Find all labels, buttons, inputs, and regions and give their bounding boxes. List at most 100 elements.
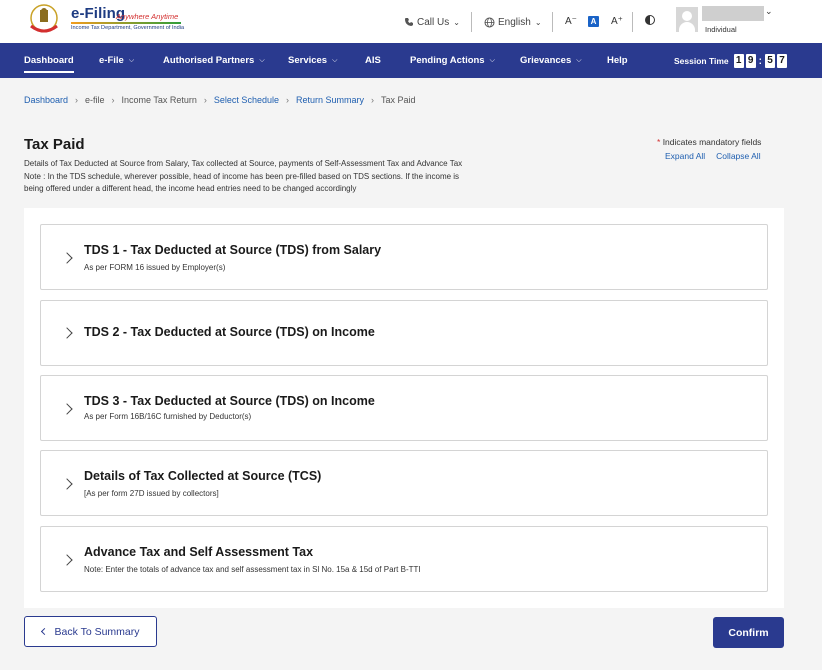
chevron-right-icon	[61, 554, 73, 566]
divider	[632, 12, 633, 32]
logo-subtitle: Income Tax Department, Government of Ind…	[71, 25, 185, 31]
accordion-tds2[interactable]: TDS 2 - Tax Deducted at Source (TDS) on …	[40, 300, 768, 366]
nav-grievances[interactable]: Grievances ⌵	[520, 43, 582, 78]
chevron-right-icon	[61, 327, 73, 339]
nav-dashboard[interactable]: Dashboard	[24, 43, 74, 78]
logo-tagline: Anywhere Anytime	[116, 12, 179, 21]
chevron-right-icon	[61, 478, 73, 490]
accordion-subtitle: As per FORM 16 issued by Employer(s)	[84, 263, 226, 272]
main-navigation: Dashboard e-File ⌵ Authorised Partners ⌵ S…	[0, 43, 822, 78]
chevron-down-icon: ⌵	[489, 56, 495, 64]
chevron-left-icon	[40, 627, 48, 636]
schedule-panel: TDS 1 - Tax Deducted at Source (TDS) fro…	[24, 208, 784, 608]
back-to-summary-button[interactable]: Back To Summary	[24, 616, 157, 647]
contrast-toggle-icon[interactable]	[645, 15, 655, 25]
nav-label: Dashboard	[24, 55, 74, 66]
chevron-right-icon: ›	[371, 95, 374, 105]
chevron-right-icon: ›	[203, 95, 207, 105]
call-us-dropdown[interactable]: Call Us ⌄	[404, 12, 460, 32]
session-timer: Session Time 1 9 : 5 7	[674, 54, 787, 68]
avatar[interactable]	[676, 7, 698, 32]
accordion-tds3[interactable]: TDS 3 - Tax Deducted at Source (TDS) on …	[40, 375, 768, 441]
session-colon: :	[758, 55, 762, 67]
accordion-subtitle: [As per form 27D issued by collectors]	[84, 489, 219, 498]
divider	[552, 12, 553, 32]
decrease-font-button[interactable]: A⁻	[565, 14, 577, 28]
collapse-all-link[interactable]: Collapse All	[716, 151, 760, 161]
nav-authorised-partners[interactable]: Authorised Partners ⌵	[163, 43, 265, 78]
confirm-button[interactable]: Confirm	[713, 617, 784, 648]
user-name-redacted	[702, 6, 764, 21]
chevron-down-icon: ⌵	[576, 56, 582, 64]
logo-underline	[71, 22, 181, 24]
breadcrumb-income-tax-return: Income Tax Return	[121, 95, 197, 105]
accordion-title: TDS 1 - Tax Deducted at Source (TDS) fro…	[84, 243, 382, 257]
globe-icon	[484, 17, 495, 27]
breadcrumb-tax-paid: Tax Paid	[381, 95, 416, 105]
page-title: Tax Paid	[24, 136, 85, 153]
chevron-down-icon: ⌵	[332, 56, 338, 64]
nav-help[interactable]: Help	[607, 43, 628, 78]
accordion-title: TDS 3 - Tax Deducted at Source (TDS) on …	[84, 394, 375, 408]
page-description: Details of Tax Deducted at Source from S…	[24, 158, 544, 196]
nav-label: Grievances	[520, 55, 572, 66]
mandatory-star: *	[657, 137, 661, 147]
breadcrumb-select-schedule[interactable]: Select Schedule	[214, 95, 279, 105]
accordion-advance-tax[interactable]: Advance Tax and Self Assessment Tax Note…	[40, 526, 768, 592]
accordion-title: Details of Tax Collected at Source (TCS)	[84, 469, 322, 483]
session-digit: 9	[745, 54, 756, 68]
chevron-down-icon: ⌄	[534, 17, 542, 27]
chevron-right-icon: ›	[111, 95, 115, 105]
accordion-subtitle: As per Form 16B/16C furnished by Deducto…	[84, 412, 252, 421]
session-digit: 5	[765, 54, 775, 68]
mandatory-text: Indicates mandatory fields	[662, 137, 762, 147]
nav-label: Services	[288, 55, 328, 66]
accordion-tds1[interactable]: TDS 1 - Tax Deducted at Source (TDS) fro…	[40, 224, 768, 290]
language-label: English	[498, 16, 531, 28]
description-line: Details of Tax Deducted at Source from S…	[24, 159, 463, 168]
user-role: Individual	[705, 25, 737, 34]
chevron-down-icon: ⌵	[128, 56, 135, 64]
national-emblem-icon	[30, 4, 58, 33]
mandatory-note: * Indicates mandatory fields	[657, 137, 761, 147]
nav-label: Help	[607, 55, 628, 66]
phone-icon	[405, 18, 413, 26]
session-digit: 7	[777, 54, 787, 68]
language-dropdown[interactable]: English ⌄	[484, 12, 542, 32]
nav-label: Authorised Partners	[163, 55, 255, 66]
nav-efile[interactable]: e-File ⌵	[99, 43, 134, 78]
breadcrumb-return-summary[interactable]: Return Summary	[296, 95, 364, 105]
nav-services[interactable]: Services ⌵	[288, 43, 337, 78]
chevron-down-icon[interactable]: ⌄	[765, 6, 773, 17]
expand-collapse-links: Expand All Collapse All	[665, 151, 761, 161]
chevron-right-icon: ›	[285, 95, 289, 105]
breadcrumb: Dashboard › e-file › Income Tax Return ›…	[24, 95, 416, 105]
normal-font-button[interactable]: A	[588, 16, 599, 27]
breadcrumb-efile: e-file	[85, 95, 105, 105]
expand-all-link[interactable]: Expand All	[665, 151, 705, 161]
chevron-down-icon: ⌄	[453, 17, 460, 27]
chevron-right-icon	[61, 252, 73, 264]
chevron-down-icon: ⌵	[259, 56, 265, 64]
accordion-tcs[interactable]: Details of Tax Collected at Source (TCS)…	[40, 450, 768, 516]
breadcrumb-dashboard[interactable]: Dashboard	[24, 95, 68, 105]
session-digit: 1	[733, 54, 744, 68]
nav-ais[interactable]: AIS	[365, 43, 381, 78]
confirm-button-label: Confirm	[728, 626, 769, 639]
back-button-label: Back To Summary	[54, 625, 140, 638]
accordion-title: TDS 2 - Tax Deducted at Source (TDS) on …	[84, 325, 375, 339]
nav-label: AIS	[365, 55, 381, 66]
nav-pending-actions[interactable]: Pending Actions ⌵	[410, 43, 495, 78]
session-label: Session Time	[674, 56, 729, 66]
description-line: Note : In the TDS schedule, wherever pos…	[24, 171, 460, 181]
efiling-logo[interactable]: e-Filing Anywhere Anytime Income Tax Dep…	[26, 3, 206, 39]
chevron-right-icon	[61, 403, 73, 415]
description-line: being offered under a different head, th…	[24, 184, 357, 193]
accordion-title: Advance Tax and Self Assessment Tax	[84, 545, 314, 559]
nav-label: e-File	[99, 55, 124, 66]
chevron-right-icon: ›	[75, 95, 79, 105]
top-header: e-Filing Anywhere Anytime Income Tax Dep…	[0, 0, 822, 43]
accordion-subtitle: Note: Enter the totals of advance tax an…	[84, 565, 421, 574]
call-us-label: Call Us	[417, 16, 450, 28]
increase-font-button[interactable]: A⁺	[611, 14, 623, 28]
